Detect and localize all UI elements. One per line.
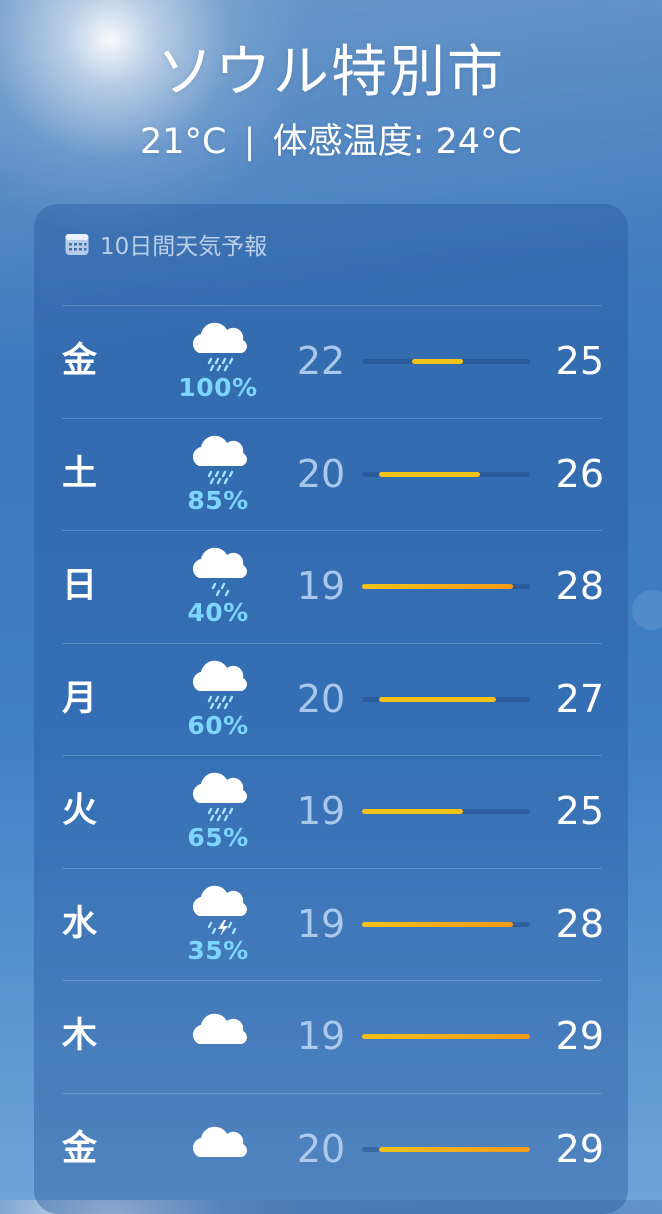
day-label: 金 <box>62 1128 98 1169</box>
high-temperature: 28 <box>555 901 604 946</box>
precipitation-chance: 40% <box>187 598 249 627</box>
low-temperature: 19 <box>296 1014 346 1058</box>
precipitation-chance: 65% <box>187 823 249 852</box>
forecast-row[interactable]: 木 19 29 <box>34 980 628 1092</box>
high-temperature: 25 <box>555 789 604 833</box>
forecast-row[interactable]: 土 85% 20 26 <box>34 418 628 530</box>
temperature-range-bar <box>362 809 463 814</box>
low-temperature: 20 <box>296 1126 346 1171</box>
high-temperature: 29 <box>555 1014 604 1058</box>
temperature-range-bar <box>362 1034 530 1039</box>
temperature-range-bar <box>412 359 463 364</box>
calendar-icon <box>65 234 89 255</box>
forecast-title: 10日間天気予報 <box>100 234 268 260</box>
low-temperature: 19 <box>296 901 346 946</box>
ten-day-forecast-card[interactable]: 10日間天気予報 金 100% 22 25 土 85% 20 26 日 40% … <box>34 204 628 1214</box>
location-header: ソウル特別市 21°C | 体感温度: 24°C <box>0 0 662 200</box>
cloud-thunderstorm-icon <box>192 885 247 936</box>
separator: | <box>243 122 256 162</box>
low-temperature: 22 <box>296 339 346 383</box>
precipitation-chance: 85% <box>187 485 249 515</box>
day-label: 月 <box>62 678 98 719</box>
day-label: 土 <box>62 453 98 494</box>
temperature-range-bar <box>362 584 514 589</box>
day-label: 木 <box>62 1016 98 1056</box>
temperature-range-bar <box>362 921 514 927</box>
day-label: 金 <box>62 341 98 381</box>
high-temperature: 25 <box>555 339 604 383</box>
low-temperature: 19 <box>296 789 346 833</box>
high-temperature: 26 <box>555 451 604 496</box>
low-temperature: 19 <box>296 564 346 608</box>
temperature-range-track <box>362 1034 530 1039</box>
cloud-rain-icon <box>192 322 247 372</box>
weather-icon-wrap <box>182 980 254 1092</box>
scroll-handle[interactable] <box>632 590 662 630</box>
precipitation-chance: 60% <box>187 710 249 740</box>
low-temperature: 20 <box>296 676 346 721</box>
day-label: 火 <box>62 791 98 831</box>
weather-icon-wrap <box>182 1093 254 1205</box>
temperature-range-track <box>362 471 530 477</box>
temperature-line: 21°C | 体感温度: 24°C <box>0 118 662 166</box>
cloud-rain-icon <box>192 435 247 484</box>
forecast-row[interactable]: 月 60% 20 27 <box>34 643 628 755</box>
feels-like-temperature: 体感温度: 24°C <box>272 122 522 162</box>
cloud-rain-icon <box>192 660 247 709</box>
temperature-range-track <box>362 696 530 702</box>
high-temperature: 28 <box>555 564 604 608</box>
forecast-header: 10日間天気予報 <box>64 224 267 264</box>
temperature-range-track <box>362 584 530 589</box>
forecast-row[interactable]: 日 40% 19 28 <box>34 530 628 642</box>
temperature-range-track <box>362 1146 530 1152</box>
day-label: 日 <box>62 566 98 606</box>
temperature-range-track <box>362 921 530 927</box>
forecast-row[interactable]: 火 65% 19 25 <box>34 755 628 867</box>
temperature-range-track <box>362 359 530 364</box>
forecast-row[interactable]: 水 35% 19 28 <box>34 868 628 980</box>
precipitation-chance: 100% <box>178 373 258 402</box>
temperature-range-bar <box>378 696 497 702</box>
cloud-rain-icon <box>192 772 247 822</box>
temperature-range-bar <box>378 1146 530 1152</box>
day-label: 水 <box>62 903 98 944</box>
precipitation-chance: 35% <box>187 935 249 965</box>
cloud-icon <box>192 1126 247 1157</box>
forecast-row[interactable]: 金 20 29 <box>34 1093 628 1205</box>
city-name: ソウル特別市 <box>157 40 505 105</box>
cloud-icon <box>192 1013 247 1044</box>
low-temperature: 20 <box>296 451 346 496</box>
temperature-range-track <box>362 809 530 814</box>
high-temperature: 27 <box>555 676 604 721</box>
cloud-drizzle-icon <box>192 547 247 597</box>
current-temperature: 21°C <box>140 122 227 162</box>
forecast-row[interactable]: 金 100% 22 25 <box>34 305 628 417</box>
temperature-range-bar <box>378 471 480 477</box>
high-temperature: 29 <box>555 1126 604 1171</box>
